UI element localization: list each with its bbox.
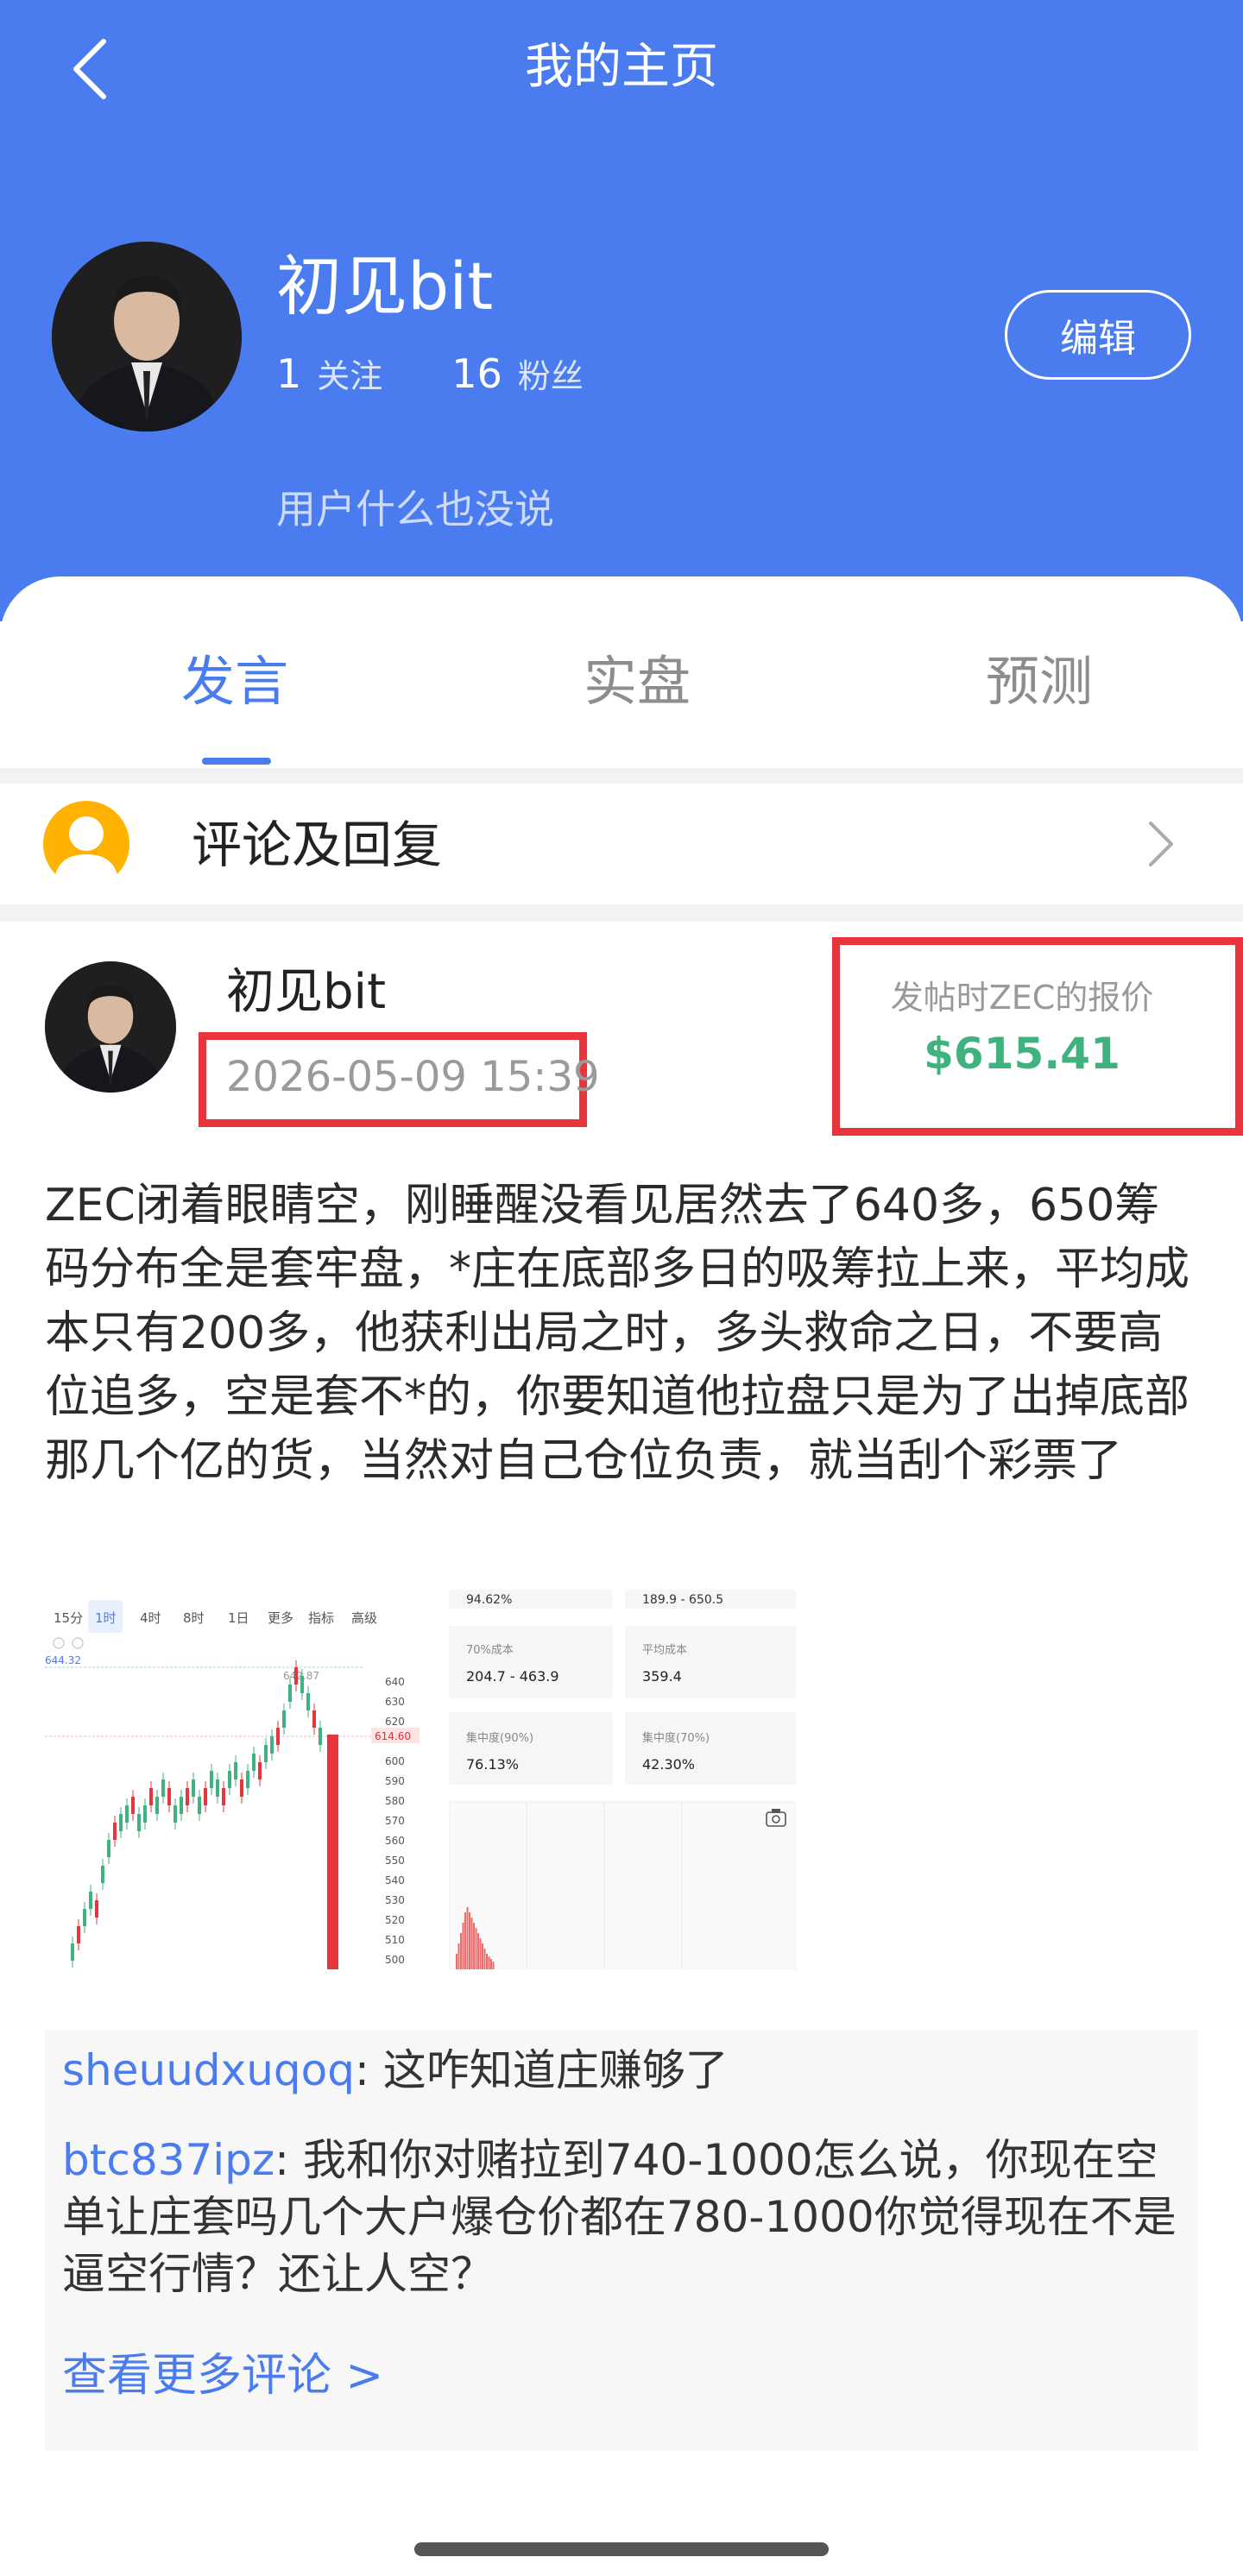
current-price-label: 614.60 (375, 1730, 411, 1742)
chevron-right-icon (1149, 822, 1173, 866)
y-axis: 640 630 620 600 590 580 570 560 550 540 … (385, 1676, 405, 1966)
histogram-bar (486, 1954, 488, 1969)
tab-predictions[interactable]: 预测 (927, 647, 1152, 716)
divider (0, 904, 1243, 922)
follow-stats: 1 关注 16 粉丝 (276, 350, 584, 397)
timeframe-tab: 4时 (140, 1610, 161, 1626)
timeframe-tab: 1时 (95, 1610, 117, 1626)
stat-label: 集中度(90%) (466, 1731, 533, 1745)
y-tick: 560 (385, 1835, 405, 1847)
histogram-bar (488, 1956, 490, 1969)
histogram-bar (457, 1943, 460, 1969)
candlestick-chart-image: 15分 1时 4时 8时 1日 更多 指标 高级 644.32 642.87 6… (45, 1590, 425, 1969)
stat-value: 94.62% (466, 1593, 512, 1607)
user-bio: 用户什么也没说 (276, 486, 554, 532)
histogram-bar (492, 1962, 495, 1969)
y-tick: 510 (385, 1934, 405, 1946)
histogram-bar (479, 1938, 482, 1969)
histogram-bar (469, 1912, 470, 1969)
histogram-bar (460, 1933, 462, 1969)
view-more-comments-link[interactable]: 查看更多评论 > (62, 2346, 383, 2406)
y-tick: 520 (385, 1914, 405, 1926)
stat-value: 42.30% (642, 1756, 695, 1773)
divider (0, 768, 1243, 784)
y-tick: 590 (385, 1775, 405, 1787)
timeframe-tab: 高级 (351, 1610, 377, 1626)
price-at-post-value: $615.41 (924, 1029, 1120, 1079)
histogram-bar (490, 1959, 492, 1969)
post-timestamp: 2026-05-09 15:39 (226, 1053, 600, 1101)
y-tick: 550 (385, 1855, 405, 1867)
tab-bar: 发言 实盘 预测 (0, 595, 1243, 768)
stat-value: 204.7 - 463.9 (466, 1668, 559, 1685)
histogram-bar (470, 1918, 473, 1969)
y-tick: 620 (385, 1716, 405, 1728)
timeframe-tab: 15分 (54, 1610, 83, 1626)
following-count[interactable]: 1 (276, 350, 301, 397)
price-label-left: 644.32 (45, 1654, 81, 1666)
tab-active-indicator (202, 758, 271, 765)
comment-item[interactable]: btc837ipz: 我和你对赌拉到740-1000怎么说，你现在空单让庄套吗几… (62, 2132, 1184, 2302)
comment-text: : 这咋知道庄赚够了 (354, 2045, 729, 2095)
y-tick: 630 (385, 1696, 405, 1708)
post-author-name[interactable]: 初见bit (226, 960, 386, 1025)
histogram-bar (456, 1954, 457, 1969)
chip-distribution-image: 94.62% 189.9 - 650.5 70%成本 204.7 - 463.9… (448, 1590, 797, 1970)
stat-label: 平均成本 (642, 1644, 687, 1657)
stat-value: 359.4 (642, 1668, 682, 1685)
y-tick: 570 (385, 1815, 405, 1827)
histogram-bar (482, 1943, 483, 1969)
y-tick: 640 (385, 1676, 405, 1688)
tab-live-trading[interactable]: 实盘 (525, 647, 749, 716)
stat-label: 70%成本 (466, 1644, 514, 1657)
histogram-bar (466, 1907, 469, 1969)
y-tick: 600 (385, 1755, 405, 1767)
histogram-bar (464, 1912, 466, 1969)
following-label[interactable]: 关注 (317, 350, 382, 397)
price-at-post-label: 发帖时ZEC的报价 (890, 979, 1154, 1017)
timeframe-tab: 指标 (308, 1610, 334, 1626)
avatar[interactable] (52, 242, 242, 431)
comments-and-replies-row[interactable]: 评论及回复 (0, 784, 1243, 904)
username: 初见bit (276, 248, 494, 324)
comment-user[interactable]: btc837ipz (62, 2135, 274, 2185)
comment-user[interactable]: sheuudxuqoq (62, 2045, 355, 2095)
histogram-bar (483, 1949, 486, 1969)
comment-item[interactable]: sheuudxuqoq: 这咋知道庄赚够了 (62, 2042, 1184, 2099)
y-tick: 540 (385, 1874, 405, 1886)
stat-label: 集中度(70%) (642, 1731, 710, 1745)
tab-posts[interactable]: 发言 (123, 647, 347, 716)
post-body: ZEC闭着眼睛空，刚睡醒没看见居然去了640多，650筹码分布全是套牢盘，*庄在… (45, 1180, 1190, 1487)
stat-value: 76.13% (466, 1756, 519, 1773)
histogram-bar (473, 1923, 475, 1969)
post-image[interactable]: 15分 1时 4时 8时 1日 更多 指标 高级 644.32 642.87 6… (45, 1590, 797, 1970)
timeframe-tab: 1日 (228, 1610, 249, 1626)
page-title: 我的主页 (525, 39, 718, 95)
followers-label[interactable]: 粉丝 (518, 350, 584, 397)
followers-count[interactable]: 16 (451, 350, 502, 397)
red-marker-bar (327, 1735, 338, 1969)
y-tick: 500 (385, 1954, 405, 1966)
comments-and-replies-label: 评论及回复 (192, 816, 443, 874)
histogram-bar (475, 1928, 477, 1969)
timeframe-tab: 更多 (268, 1610, 293, 1626)
histogram-bar (462, 1923, 464, 1969)
user-avatar-icon (43, 801, 129, 887)
comments-preview: sheuudxuqoq: 这咋知道庄赚够了 btc837ipz: 我和你对赌拉到… (45, 2030, 1198, 2451)
y-tick: 580 (385, 1795, 405, 1807)
post-author-avatar[interactable] (45, 961, 176, 1093)
histogram-bar (477, 1933, 479, 1969)
stat-value: 189.9 - 650.5 (642, 1593, 723, 1607)
y-tick: 530 (385, 1894, 405, 1906)
timeframe-tab: 8时 (183, 1610, 205, 1626)
edit-profile-button[interactable]: 编辑 (1005, 290, 1191, 380)
home-indicator[interactable] (414, 2542, 829, 2556)
